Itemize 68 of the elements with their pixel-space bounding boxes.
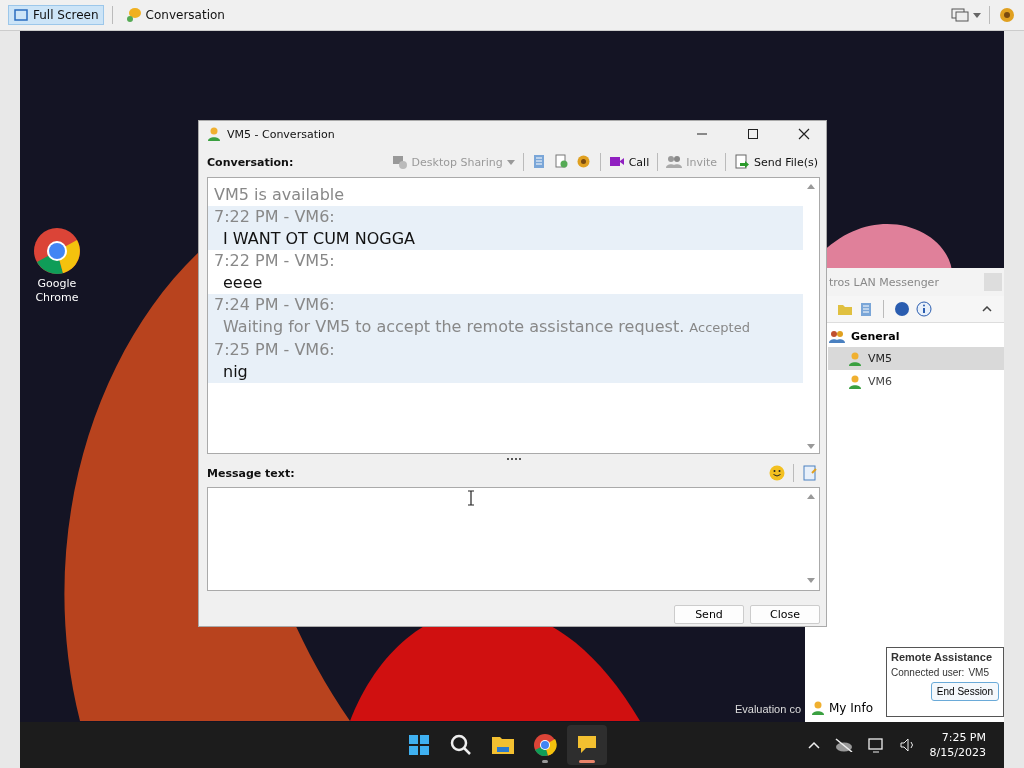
search-icon	[449, 733, 473, 757]
chevron-up-icon	[807, 741, 820, 749]
conversation-button[interactable]: Conversation	[120, 4, 230, 26]
section-label: Message text:	[207, 466, 295, 480]
chat-bubbles-icon	[125, 7, 142, 23]
section-label: Conversation:	[207, 155, 294, 169]
group-icon	[829, 329, 845, 343]
desktop-shortcut[interactable]: Google Chrome	[30, 227, 84, 305]
contact-item[interactable]: VM6	[828, 370, 1004, 393]
info-icon	[916, 301, 932, 317]
display-icon	[951, 7, 969, 23]
taskbar-app[interactable]	[567, 725, 607, 765]
smiley-icon	[769, 465, 785, 481]
message-header: 7:22 PM - VM5:	[214, 251, 335, 270]
emoticon-button[interactable]	[767, 464, 787, 482]
contact-card-icon	[553, 154, 570, 170]
document-icon	[802, 465, 818, 481]
clock-date: 8/15/2023	[929, 745, 986, 760]
window-title: VM5 - Conversation	[227, 127, 335, 141]
user-icon	[207, 126, 221, 142]
send-files-button[interactable]: Send File(s)	[732, 153, 820, 171]
close-icon	[797, 128, 810, 140]
network-icon	[867, 737, 886, 753]
close-dialog-button[interactable]: Close	[750, 605, 820, 624]
shortcut-label: Google Chrome	[34, 277, 80, 305]
monitor-icon	[391, 154, 408, 170]
message-text: eeee	[223, 273, 263, 292]
splitter-grip-icon	[506, 458, 521, 461]
book-icon	[859, 301, 873, 317]
send-file-icon	[734, 154, 751, 170]
start-icon	[407, 733, 431, 757]
folder-icon	[837, 302, 853, 316]
full-screen-button[interactable]: Full Screen	[8, 5, 104, 25]
send-button[interactable]: Send	[674, 605, 744, 624]
chrome-icon	[33, 227, 81, 275]
people-icon	[666, 154, 683, 170]
message-input-field[interactable]	[207, 487, 820, 591]
connected-label: Connected user:	[891, 667, 965, 678]
chrome-icon	[533, 733, 557, 757]
user-icon	[848, 350, 862, 367]
message-text: I WANT OT CUM NOGGA	[223, 229, 416, 248]
status-note: Accepted	[689, 320, 750, 335]
popup-title: Remote Assistance	[891, 651, 994, 663]
contact-item[interactable]: VM5	[828, 347, 1004, 370]
notice-text: Waiting for VM5 to accept the remote assistance request.	[223, 317, 685, 336]
maximize-icon	[746, 128, 759, 140]
my-info-button[interactable]: My Info	[805, 698, 879, 722]
text-cursor-icon	[467, 490, 475, 506]
connected-user: VM5	[968, 667, 989, 678]
speaker-icon	[899, 738, 916, 752]
end-session-button[interactable]: End Session	[930, 682, 999, 701]
dropdown-caret-icon	[506, 159, 515, 165]
message-header: 7:24 PM - VM6:	[214, 295, 335, 314]
group-label: General	[851, 329, 900, 343]
evaluation-text: Evaluation co	[734, 703, 801, 715]
clock-time: 7:25 PM	[941, 730, 986, 745]
message-text: nig	[223, 362, 248, 381]
fullscreen-icon	[13, 8, 29, 22]
window-title: tros LAN Messenger	[829, 275, 939, 289]
call-button[interactable]: Call	[606, 153, 652, 171]
message-header: 7:22 PM - VM6:	[214, 207, 335, 226]
cloud-off-icon	[833, 738, 854, 752]
message-header: 7:25 PM - VM6:	[214, 340, 335, 359]
user-icon	[811, 700, 825, 716]
status-message: VM5 is available	[214, 185, 345, 204]
user-icon	[848, 373, 862, 390]
dropdown-caret-icon	[973, 12, 981, 18]
collapse-caret-icon	[982, 306, 992, 312]
